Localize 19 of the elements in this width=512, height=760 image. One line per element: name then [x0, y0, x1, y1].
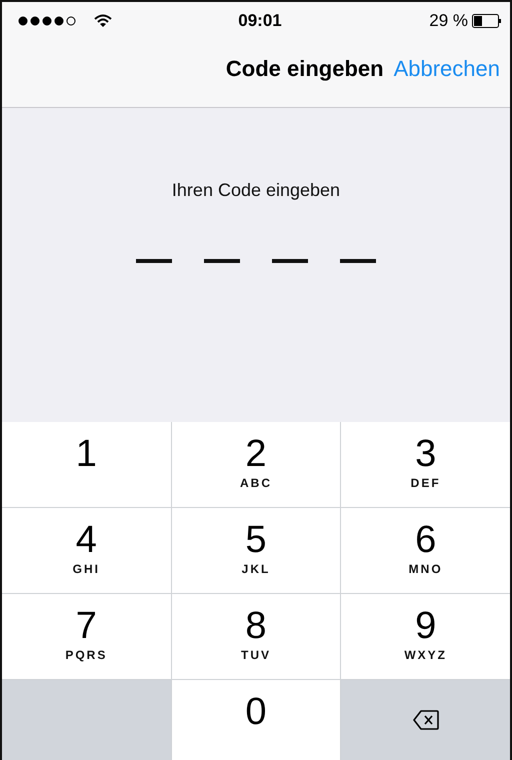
battery-percent: 29 % [429, 11, 468, 31]
digit-key[interactable]: 5 JKL [172, 508, 340, 593]
digit-key[interactable]: 3 DEF [341, 422, 510, 507]
battery-icon [472, 14, 502, 28]
digit-key[interactable]: 1 [2, 422, 171, 507]
digit-key[interactable]: 4 GHI [2, 508, 171, 593]
digit-key[interactable]: 0 [172, 680, 340, 760]
digit-key[interactable]: 7 PQRS [2, 594, 171, 679]
signal-icon [18, 16, 76, 26]
digit-key[interactable]: 2 ABC [172, 422, 340, 507]
prompt-text: Ihren Code eingeben [172, 180, 340, 201]
status-time: 09:01 [238, 11, 282, 31]
delete-key[interactable] [341, 680, 510, 760]
digit-key[interactable]: 9 WXYZ [341, 594, 510, 679]
digit-key[interactable]: 8 TUV [172, 594, 340, 679]
backspace-icon [412, 710, 439, 730]
nav-title: Code eingeben [226, 56, 384, 82]
wifi-icon [94, 14, 112, 28]
digit-key[interactable]: 6 MNO [341, 508, 510, 593]
